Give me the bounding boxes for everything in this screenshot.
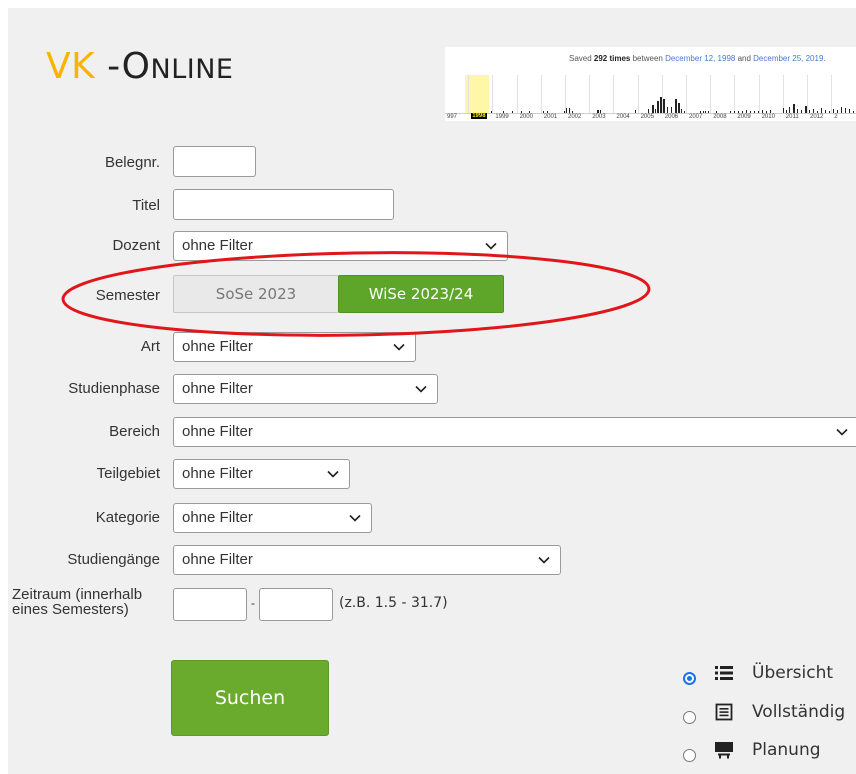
wayback-year-label[interactable]: 2002 [568, 114, 581, 120]
logo-vk: VK [46, 46, 96, 87]
view-vollstaendig-label: Vollständig [752, 702, 846, 722]
wayback-year-tick [613, 75, 615, 113]
search-button[interactable]: Suchen [171, 660, 329, 736]
wayback-year-label[interactable]: 2009 [737, 114, 750, 120]
wayback-year-label[interactable]: 1998 [471, 113, 487, 119]
chevron-down-icon [349, 514, 361, 522]
titel-input[interactable] [173, 189, 394, 220]
kategorie-label: Kategorie [95, 509, 160, 526]
zeitraum-label: Zeitraum (innerhalb eines Semesters) [12, 586, 143, 618]
wayback-year-tick [540, 75, 542, 113]
wayback-year-label[interactable]: 2005 [641, 114, 654, 120]
kategorie-value: ohne Filter [182, 509, 253, 526]
wayback-year-tick [686, 75, 687, 113]
dozent-label: Dozent [112, 237, 160, 254]
chevron-down-icon [415, 385, 427, 393]
view-uebersicht-label: Übersicht [752, 663, 834, 683]
logo-nline: NLINE [150, 54, 234, 85]
teilgebiet-value: ohne Filter [182, 465, 253, 482]
wayback-year-label[interactable]: 2001 [544, 114, 557, 120]
wayback-year-tick [831, 75, 833, 113]
studiengaenge-label: Studiengänge [67, 551, 160, 568]
wayback-year-tick [468, 75, 470, 113]
wayback-year-label[interactable]: 2007 [689, 114, 702, 120]
wayback-year-label[interactable]: 2006 [665, 114, 678, 120]
view-planung-label: Planung [752, 740, 821, 760]
logo-dash-o: -O [95, 46, 151, 87]
wayback-year-label[interactable]: 2008 [713, 114, 726, 120]
wayback-year-label[interactable]: 2 [834, 114, 837, 120]
wayback-capture-bar [678, 103, 680, 113]
wayback-start-link[interactable]: December 12, 1998 [665, 54, 735, 63]
semester-wise-button[interactable]: WiSe 2023/24 [338, 275, 504, 313]
art-value: ohne Filter [182, 338, 253, 355]
zeitraum-hint: (z.B. 1.5 - 31.7) [339, 595, 448, 611]
wayback-year-label[interactable]: 2012 [810, 114, 823, 120]
wayback-year-label[interactable]: 2004 [616, 114, 629, 120]
view-uebersicht-radio[interactable] [683, 672, 696, 685]
wayback-year-label[interactable]: 2000 [520, 114, 533, 120]
dozent-select[interactable]: ohne Filter [173, 231, 508, 261]
art-select[interactable]: ohne Filter [173, 332, 416, 362]
wayback-year-tick [492, 75, 494, 113]
zeitraum-from-input[interactable] [173, 588, 247, 621]
studienphase-value: ohne Filter [182, 380, 253, 397]
wayback-year-tick [710, 75, 712, 113]
document-icon [715, 703, 733, 721]
wayback-capture-bar [663, 99, 665, 113]
bereich-label: Bereich [109, 423, 160, 440]
wayback-year-axis: 997 1998 1999 2000 2001 2002 2003 2004 2005 2006 2… [445, 113, 856, 122]
wayback-capture-bar [652, 105, 654, 113]
art-label: Art [140, 338, 160, 355]
teilgebiet-label: Teilgebiet [96, 465, 160, 482]
presentation-icon [715, 742, 733, 759]
studiengaenge-value: ohne Filter [182, 551, 253, 568]
view-vollstaendig-radio[interactable] [683, 711, 696, 724]
zeitraum-separator: - [251, 596, 255, 610]
wayback-count: 292 times [593, 54, 631, 63]
wayback-year-tick [589, 75, 591, 113]
teilgebiet-select[interactable]: ohne Filter [173, 459, 350, 489]
wayback-year-label[interactable]: 1999 [495, 114, 508, 120]
dozent-value: ohne Filter [182, 237, 253, 254]
wayback-end-link[interactable]: December 25, 2019. [753, 54, 826, 63]
wayback-capture-bar [657, 101, 659, 113]
site-logo[interactable]: VK -ONLINE [46, 46, 233, 87]
chevron-down-icon [327, 470, 339, 478]
semester-sose-button[interactable]: SoSe 2023 [173, 275, 339, 313]
belegnr-label: Belegnr. [104, 154, 160, 171]
view-planung-radio[interactable] [683, 749, 696, 762]
belegnr-input[interactable] [173, 146, 256, 177]
kategorie-select[interactable]: ohne Filter [173, 503, 372, 533]
chevron-down-icon [538, 556, 550, 564]
wayback-year-label[interactable]: 2010 [762, 114, 775, 120]
wayback-year-tick [807, 75, 808, 113]
wayback-capture-bar [793, 104, 795, 113]
studiengaenge-select[interactable]: ohne Filter [173, 545, 561, 575]
wayback-year-label[interactable]: 2011 [786, 114, 799, 120]
wayback-year-label[interactable]: 2003 [592, 114, 605, 120]
wayback-year-tick [637, 75, 639, 113]
titel-label: Titel [132, 197, 160, 214]
chevron-down-icon [393, 343, 405, 351]
studienphase-select[interactable]: ohne Filter [173, 374, 438, 404]
wayback-capture-bar [660, 97, 662, 113]
wayback-caption: Saved 292 times between December 12, 199… [569, 54, 826, 63]
wayback-year-tick [734, 75, 736, 113]
studienphase-label: Studienphase [68, 380, 160, 397]
wayback-year-tick [758, 75, 760, 113]
chevron-down-icon [836, 428, 848, 436]
bereich-select[interactable]: ohne Filter [173, 417, 856, 447]
semester-label: Semester [95, 287, 160, 304]
wayback-year-tick [516, 75, 518, 113]
chevron-down-icon [485, 242, 497, 250]
wayback-year-label[interactable]: 997 [447, 114, 457, 120]
list-icon [715, 666, 733, 680]
zeitraum-to-input[interactable] [259, 588, 333, 621]
wayback-timeline[interactable]: Saved 292 times between December 12, 199… [445, 47, 856, 121]
wayback-capture-bar [805, 106, 807, 113]
bereich-value: ohne Filter [182, 423, 253, 440]
wayback-capture-bar [675, 99, 677, 113]
